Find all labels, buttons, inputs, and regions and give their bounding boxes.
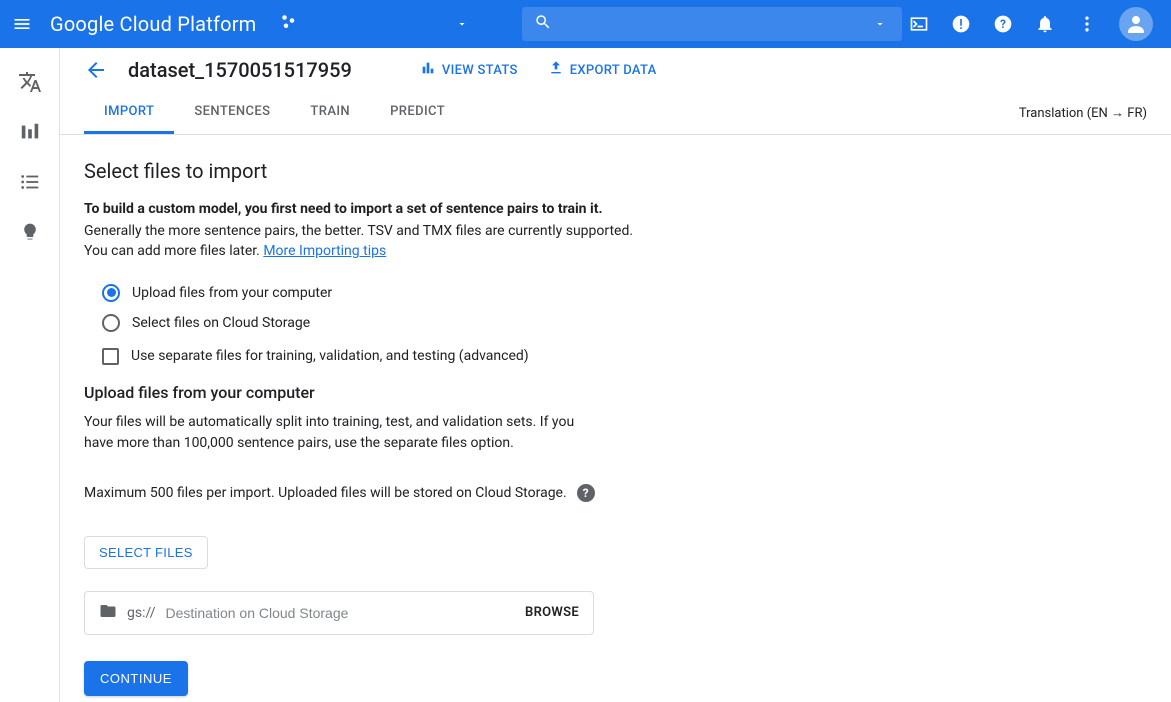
upload-icon [548,60,564,80]
intro-line-1: Generally the more sentence pairs, the b… [84,221,1147,241]
caret-down-icon [456,18,468,30]
alert-icon[interactable] [951,14,971,34]
checkbox-icon [102,348,119,365]
view-stats-label: VIEW STATS [442,63,518,78]
radio-upload-computer[interactable]: Upload files from your computer [102,284,1147,302]
back-arrow-icon[interactable] [84,58,108,82]
tabs-row: IMPORT SENTENCES TRAIN PREDICT Translati… [60,92,1171,135]
tab-train[interactable]: TRAIN [290,92,370,134]
tab-import[interactable]: IMPORT [84,92,174,134]
datasets-icon[interactable] [18,120,42,144]
menu-icon[interactable] [12,14,32,34]
radio-cloud-storage[interactable]: Select files on Cloud Storage [102,314,1147,332]
upload-subtitle: Upload files from your computer [84,383,1147,402]
upload-description: Your files will be automatically split i… [84,412,604,454]
search-icon [534,13,552,35]
project-selector[interactable] [272,9,476,39]
search-caret-down-icon[interactable] [870,14,890,34]
intro-bold-text: To build a custom model, you first need … [84,201,1147,217]
tab-sentences[interactable]: SENTENCES [174,92,290,134]
gs-prefix-label: gs:// [127,605,156,621]
separate-files-checkbox[interactable]: Use separate files for training, validat… [102,348,1147,365]
continue-button[interactable]: CONTINUE [84,661,188,696]
max-files-note-row: Maximum 500 files per import. Uploaded f… [84,484,1147,502]
svg-text:?: ? [1000,17,1006,31]
more-importing-tips-link[interactable]: More Importing tips [263,243,386,259]
view-stats-button[interactable]: VIEW STATS [420,60,518,80]
list-icon[interactable] [18,170,42,194]
radio-icon [102,314,120,332]
main-content: dataset_1570051517959 VIEW STATS EXPORT … [60,48,1171,702]
left-nav-rail [0,48,60,702]
help-tooltip-icon[interactable]: ? [577,484,595,502]
top-app-bar: Google Cloud Platform ? [0,0,1171,48]
gcs-destination-input[interactable] [166,605,516,621]
cloud-shell-icon[interactable] [909,14,929,34]
radio-cloud-label: Select files on Cloud Storage [132,315,310,331]
export-data-label: EXPORT DATA [570,63,657,78]
bar-chart-icon [420,60,436,80]
search-input[interactable] [522,7,902,41]
account-avatar[interactable] [1119,7,1153,41]
radio-upload-label: Upload files from your computer [132,285,332,301]
brand-label: Google Cloud Platform [50,12,256,36]
separate-files-label: Use separate files for training, validat… [131,348,529,364]
section-title: Select files to import [84,159,1147,183]
import-panel: Select files to import To build a custom… [60,135,1171,702]
project-dots-icon [280,13,298,35]
help-icon[interactable]: ? [993,14,1013,34]
intro-line-2-prefix: You can add more files later. [84,243,263,259]
page-header: dataset_1570051517959 VIEW STATS EXPORT … [60,48,1171,92]
radio-icon [102,284,120,302]
export-data-button[interactable]: EXPORT DATA [548,60,657,80]
notifications-icon[interactable] [1035,14,1055,34]
tab-predict[interactable]: PREDICT [370,92,465,134]
translate-icon[interactable] [18,70,42,94]
browse-button[interactable]: BROWSE [525,605,579,620]
intro-line-2: You can add more files later. More Impor… [84,241,1147,261]
folder-icon [99,602,117,624]
max-files-note: Maximum 500 files per import. Uploaded f… [84,485,567,501]
select-files-button[interactable]: SELECT FILES [84,536,208,569]
gcs-destination-field[interactable]: gs:// BROWSE [84,591,594,635]
more-vert-icon[interactable] [1077,14,1097,34]
lightbulb-icon[interactable] [18,220,42,244]
language-pair-label: Translation (EN → FR) [1019,105,1147,121]
dataset-title: dataset_1570051517959 [128,58,352,82]
source-radio-group: Upload files from your computer Select f… [102,284,1147,332]
